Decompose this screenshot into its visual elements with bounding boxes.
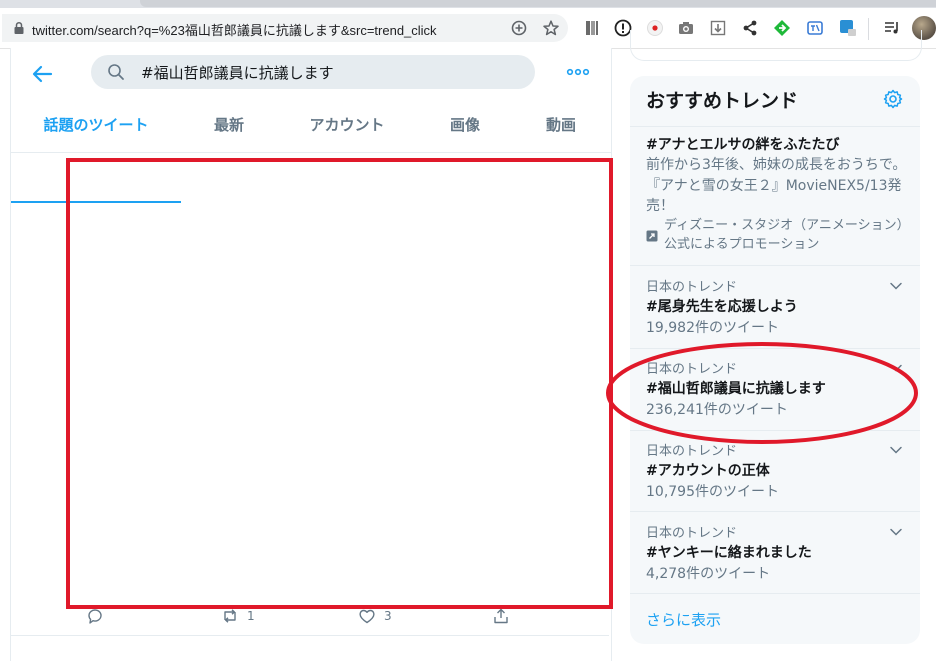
search-icon bbox=[108, 64, 124, 80]
trend-category: 日本のトレンド bbox=[646, 444, 738, 459]
trend-tweet-count: 10,795件のツイート bbox=[646, 484, 779, 500]
retweet-count: 1 bbox=[247, 609, 255, 623]
share-button[interactable] bbox=[492, 606, 510, 626]
like-count: 3 bbox=[384, 609, 392, 623]
tab-accounts[interactable]: アカウント bbox=[277, 100, 417, 152]
trend-category: 日本のトレンド bbox=[646, 526, 738, 541]
share-upload-icon bbox=[494, 608, 508, 624]
promoted-by-text: ディズニー・スタジオ（アニメーション）公式によるプロモーション bbox=[664, 218, 910, 252]
like-button[interactable]: 3 bbox=[358, 606, 392, 626]
tab-videos[interactable]: 動画 bbox=[513, 100, 609, 152]
bookmark-star-icon[interactable] bbox=[542, 19, 560, 37]
more-dots-icon[interactable] bbox=[566, 66, 590, 78]
promo-description: 前作から3年後、姉妹の成長をおうちで。『アナと雪の女王２』MovieNEX5/1… bbox=[646, 157, 907, 214]
promoted-icon bbox=[646, 230, 658, 242]
tab-photos[interactable]: 画像 bbox=[417, 100, 513, 152]
trend-item[interactable]: 日本のトレンド #アカウントの正体 10,795件のツイート bbox=[630, 430, 920, 512]
browser-tab-area[interactable] bbox=[140, 0, 936, 7]
chevron-down-icon[interactable] bbox=[888, 442, 904, 458]
reply-button[interactable] bbox=[86, 606, 112, 626]
retweet-button[interactable]: 1 bbox=[221, 606, 255, 626]
url-text[interactable]: twitter.com/search?q=%23福山哲郎議員に抗議します&src… bbox=[32, 20, 437, 39]
trend-name[interactable]: #ヤンキーに絡まれました bbox=[646, 542, 812, 562]
tab-top[interactable]: 話題のツイート bbox=[11, 100, 181, 152]
trend-tweet-count: 19,982件のツイート bbox=[646, 320, 779, 336]
reply-icon bbox=[88, 609, 102, 624]
promo-title[interactable]: #アナとエルサの絆をふたたび bbox=[646, 134, 839, 154]
tab-latest[interactable]: 最新 bbox=[181, 100, 277, 152]
sidebar-previous-card bbox=[630, 30, 922, 61]
retweet-icon bbox=[224, 609, 236, 623]
trend-tweet-count: 236,241件のツイート bbox=[646, 402, 788, 418]
gear-icon[interactable] bbox=[882, 88, 904, 110]
lock-icon[interactable] bbox=[12, 21, 26, 35]
trends-panel: おすすめトレンド #アナとエルサの絆をふたたび 前作から3年後、姉妹の成長をおう… bbox=[630, 76, 920, 644]
trend-tweet-count: 4,278件のツイート bbox=[646, 566, 771, 582]
trend-item[interactable]: 日本のトレンド #尾身先生を応援しよう 19,982件のツイート bbox=[630, 266, 920, 348]
show-more-link[interactable]: さらに表示 bbox=[646, 609, 721, 630]
chevron-down-icon[interactable] bbox=[888, 524, 904, 540]
add-search-icon[interactable] bbox=[510, 19, 528, 37]
search-input[interactable]: #福山哲郎議員に抗議します bbox=[91, 55, 535, 89]
trend-name[interactable]: #福山哲郎議員に抗議します bbox=[646, 378, 826, 398]
arrow-left-icon[interactable] bbox=[31, 63, 53, 85]
trends-title: おすすめトレンド bbox=[646, 90, 799, 112]
tweet-action-bar: 1 3 bbox=[11, 606, 611, 628]
divider bbox=[630, 126, 920, 127]
search-query-text[interactable]: #福山哲郎議員に抗議します bbox=[141, 62, 334, 83]
trend-category: 日本のトレンド bbox=[646, 280, 738, 295]
search-tabs: 話題のツイート 最新 アカウント 画像 動画 bbox=[11, 100, 611, 203]
trend-item[interactable]: 日本のトレンド #ヤンキーに絡まれました 4,278件のツイート bbox=[630, 512, 920, 594]
divider bbox=[630, 593, 920, 594]
address-bar[interactable]: twitter.com/search?q=%23福山哲郎議員に抗議します&src… bbox=[2, 14, 568, 42]
trend-item[interactable]: 日本のトレンド #福山哲郎議員に抗議します 236,241件のツイート bbox=[630, 348, 920, 430]
chevron-down-icon[interactable] bbox=[888, 278, 904, 294]
heart-icon bbox=[359, 609, 375, 624]
annotation-rectangle bbox=[66, 158, 613, 609]
reader-extension-icon[interactable] bbox=[583, 19, 601, 37]
trend-name[interactable]: #アカウントの正体 bbox=[646, 460, 770, 480]
tweet-divider bbox=[11, 635, 609, 636]
chevron-down-icon[interactable] bbox=[888, 360, 904, 376]
trend-name[interactable]: #尾身先生を応援しよう bbox=[646, 296, 798, 316]
trend-category: 日本のトレンド bbox=[646, 362, 738, 377]
